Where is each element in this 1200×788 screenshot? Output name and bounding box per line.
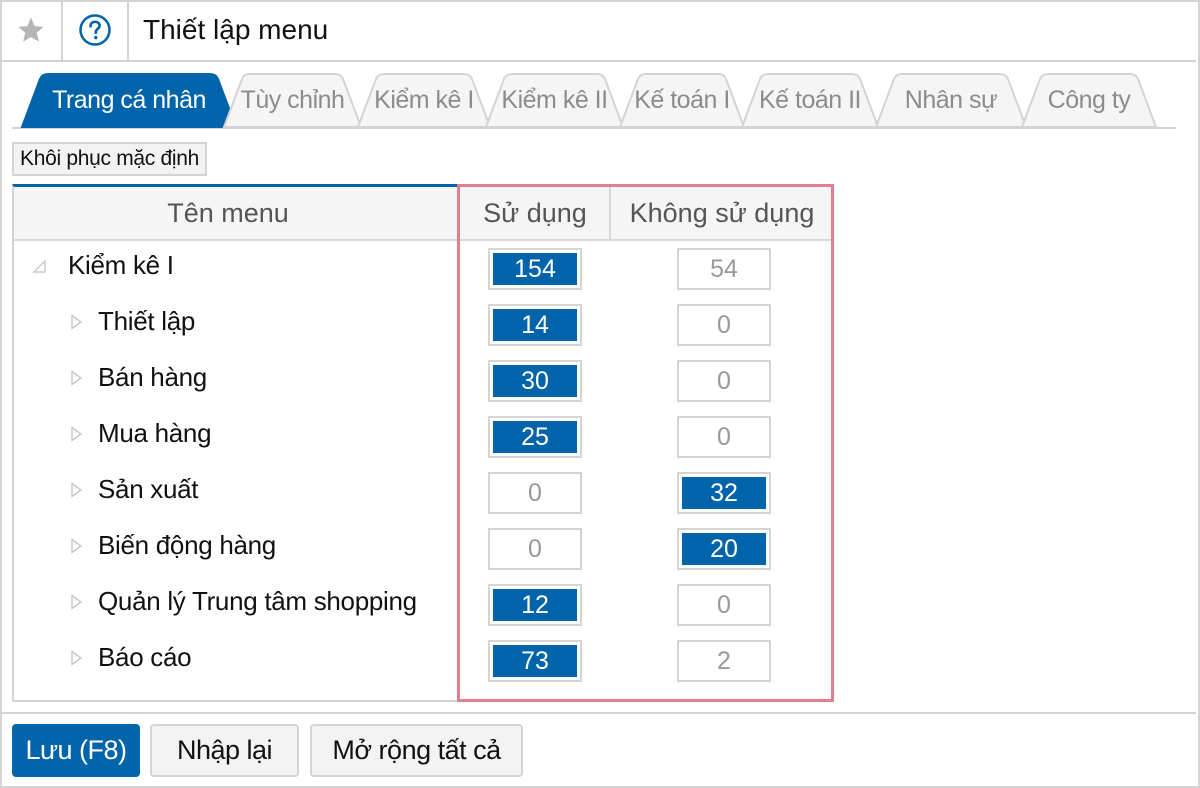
menu-name: Biến động hàng [98,530,276,560]
expand-triangle-icon[interactable] [70,482,84,498]
save-button[interactable]: Lưu (F8) [12,724,140,777]
in-use-count[interactable]: 154 [488,248,582,290]
table-row[interactable]: Bán hàng 30 0 [14,350,832,406]
expand-triangle-icon[interactable] [70,650,84,666]
tab-label: Công ty [1047,85,1131,114]
menu-name: Thiết lập [98,306,196,336]
title-bar: Thiết lập menu [0,0,1196,62]
in-use-count[interactable]: 14 [488,304,582,346]
in-use-count[interactable]: 12 [488,584,582,626]
not-in-use-count[interactable]: 20 [677,528,771,570]
menu-name: Mua hàng [98,418,212,448]
tab-3[interactable]: Kiểm kê I [356,73,492,128]
expand-triangle-icon[interactable] [70,370,84,386]
help-button[interactable] [63,0,129,60]
menu-name: Sản xuất [98,474,199,504]
expand-all-button[interactable]: Mở rộng tất cả [310,724,523,777]
footer-divider [0,712,1196,714]
expand-triangle-icon[interactable] [70,426,84,442]
tab-label: Nhân sự [904,85,998,114]
column-header-menu-name: Tên menu [167,197,289,228]
not-in-use-count[interactable]: 0 [677,360,771,402]
help-circle-icon [79,14,111,46]
star-icon [18,17,43,42]
expand-triangle-icon[interactable] [70,594,84,610]
tab-6[interactable]: Kế toán II [740,73,880,128]
in-use-count[interactable]: 73 [488,640,582,682]
table-row[interactable]: Kiểm kê I 154 54 [14,238,832,294]
table-row[interactable]: Quản lý Trung tâm shopping 12 0 [14,574,832,630]
tab-8[interactable]: Công ty [1020,73,1158,128]
table-row[interactable]: Mua hàng 25 0 [14,406,832,462]
tab-label: Trang cá nhân [52,85,206,114]
restore-default-button[interactable]: Khôi phục mặc định [12,142,208,176]
column-header-in-use: Sử dụng [461,187,611,239]
collapse-triangle-icon[interactable] [32,258,46,274]
column-header-not-in-use: Không sử dụng [629,197,815,228]
expand-triangle-icon[interactable] [70,314,84,330]
favorite-button[interactable] [0,0,63,60]
expand-triangle-icon[interactable] [70,538,84,554]
tab-label: Tùy chỉnh [240,85,345,114]
not-in-use-count[interactable]: 0 [677,416,771,458]
menu-name: Báo cáo [98,642,192,672]
table-row[interactable]: Thiết lập 14 0 [14,294,832,350]
reset-button[interactable]: Nhập lại [150,724,299,777]
tab-label: Kiểm kê II [501,85,608,114]
tab-bar: Trang cá nhân Tùy chỉnh Kiểm kê I Kiểm kê I… [12,73,1176,129]
in-use-count[interactable]: 25 [488,416,582,458]
tab-label: Kế toán I [634,85,730,114]
menu-name: Bán hàng [98,362,207,392]
menu-name: Quản lý Trung tâm shopping [98,586,417,616]
in-use-count[interactable]: 0 [488,472,582,514]
table-row[interactable]: Biến động hàng 0 20 [14,518,832,574]
table-header: Tên menu Sử dụng Không sử dụng [14,187,832,241]
menu-settings-table: Tên menu Sử dụng Không sử dụng Kiểm kê I… [12,184,834,702]
in-use-count[interactable]: 30 [488,360,582,402]
not-in-use-count[interactable]: 0 [677,584,771,626]
in-use-count[interactable]: 0 [488,528,582,570]
tab-1[interactable]: Trang cá nhân [20,73,238,128]
menu-name: Kiểm kê I [68,250,174,280]
not-in-use-count[interactable]: 0 [677,304,771,346]
not-in-use-count[interactable]: 54 [677,248,771,290]
page-title: Thiết lập menu [143,14,329,45]
tab-2[interactable]: Tùy chỉnh [222,73,363,128]
tab-5[interactable]: Kế toán I [618,73,746,128]
tab-7[interactable]: Nhân sự [874,73,1028,128]
not-in-use-count[interactable]: 2 [677,640,771,682]
table-row[interactable]: Sản xuất 0 32 [14,462,832,518]
table-row[interactable]: Báo cáo 73 2 [14,630,832,686]
tab-label: Kiểm kê I [374,85,474,114]
not-in-use-count[interactable]: 32 [677,472,771,514]
tab-label: Kế toán II [758,85,862,114]
tab-4[interactable]: Kiểm kê II [484,73,625,128]
